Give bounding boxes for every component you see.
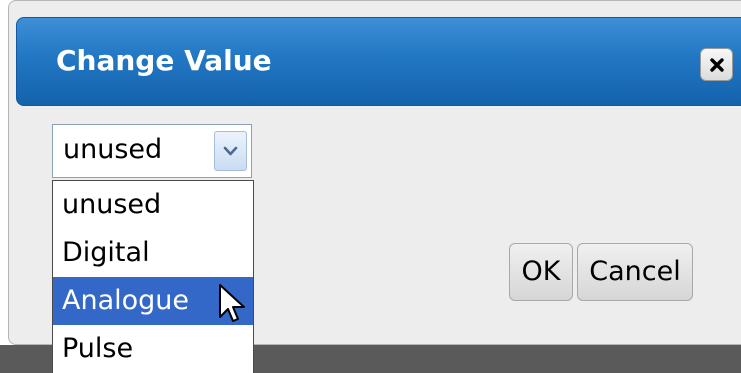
option-pulse[interactable]: Pulse <box>53 325 253 373</box>
option-unused[interactable]: unused <box>53 181 253 229</box>
chevron-down-icon <box>223 146 238 156</box>
select-dropdown-button[interactable] <box>214 131 247 171</box>
cancel-button[interactable]: Cancel <box>577 243 693 301</box>
mouse-pointer-icon <box>219 284 245 322</box>
select-options-list: unused Digital Analogue Pulse <box>52 180 254 373</box>
dialog-titlebar[interactable]: Change Value <box>16 17 741 106</box>
dialog-title: Change Value <box>56 44 272 77</box>
select-current-value: unused <box>63 134 163 165</box>
close-icon <box>710 58 724 72</box>
close-button[interactable] <box>700 48 733 81</box>
option-digital[interactable]: Digital <box>53 229 253 277</box>
ok-button[interactable]: OK <box>509 243 573 301</box>
value-select[interactable]: unused <box>52 124 252 178</box>
